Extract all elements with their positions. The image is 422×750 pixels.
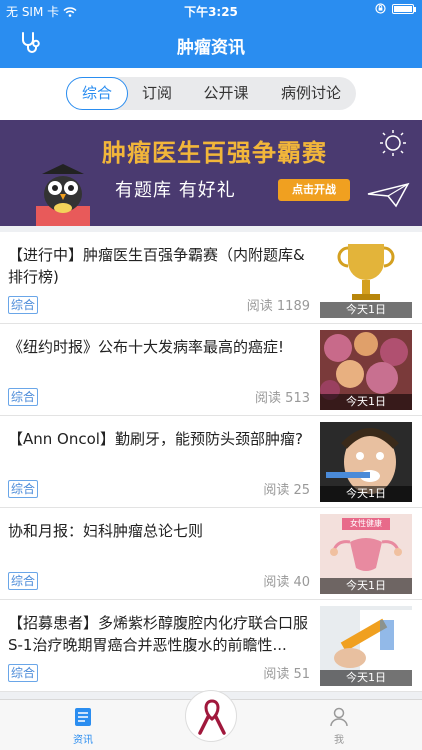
read-count: 阅读 1189 — [246, 299, 310, 314]
article-title: 【招募患者】多烯紫杉醇腹腔内化疗联合口服S-1治疗晚期胃癌合并恶性腹水的前瞻性.… — [8, 614, 309, 654]
page-title: 肿瘤资讯 — [177, 38, 245, 58]
tab-case-discussion[interactable]: 病例讨论 — [266, 77, 356, 110]
date-badge: 今天1日 — [320, 486, 412, 502]
list-item[interactable]: 【Ann Oncol】勤刷牙，能预防头颈部肿瘤? 综合 阅读 25 今天1日 — [0, 416, 422, 508]
cells-thumbnail: 今天1日 — [320, 330, 412, 410]
tab-open-course[interactable]: 公开课 — [186, 77, 266, 110]
date-badge: 今天1日 — [320, 302, 412, 318]
tab-general[interactable]: 综合 — [66, 77, 128, 110]
read-count: 阅读 513 — [255, 391, 310, 406]
tab-news[interactable]: 资讯 — [53, 706, 113, 746]
article-title: 《纽约时报》公布十大发病率最高的癌症! — [8, 338, 285, 356]
person-icon — [330, 707, 348, 727]
list-item[interactable]: 【招募患者】多烯紫杉醇腹腔内化疗联合口服S-1治疗晚期胃癌合并恶性腹水的前瞻性.… — [0, 600, 422, 692]
banner-subtitle: 有题库 有好礼 — [115, 180, 236, 201]
segmented-tabs: 综合 订阅 公开课 病例讨论 — [66, 77, 356, 110]
category-tag: 综合 — [8, 664, 39, 682]
tab-news-label: 资讯 — [73, 735, 93, 746]
lightbulb-icon — [380, 130, 406, 156]
tab-me[interactable]: 我 — [309, 706, 369, 746]
read-count: 阅读 51 — [263, 667, 310, 682]
womens-health-label: 女性健康 — [342, 518, 390, 530]
center-ribbon-button[interactable] — [185, 690, 237, 742]
banner-start-button[interactable]: 点击开战 — [278, 179, 350, 201]
tabs-container: 综合 订阅 公开课 病例讨论 — [0, 68, 422, 120]
list-item[interactable]: 协和月报：妇科肿瘤总论七则 综合 阅读 40 女性健康 今天1日 — [0, 508, 422, 600]
date-badge: 今天1日 — [320, 578, 412, 594]
news-document-icon — [75, 708, 91, 726]
article-title: 【Ann Oncol】勤刷牙，能预防头颈部肿瘤? — [8, 430, 303, 448]
date-badge: 今天1日 — [320, 394, 412, 410]
paper-plane-icon — [367, 182, 410, 208]
trophy-thumbnail: 今天1日 — [320, 238, 412, 318]
owl-mascot-icon — [36, 164, 90, 226]
status-time: 下午3:25 — [184, 5, 238, 19]
read-count: 阅读 25 — [263, 483, 310, 498]
orientation-lock-icon — [375, 3, 386, 14]
category-tag: 综合 — [8, 296, 39, 314]
banner-title: 肿瘤医生百强争霸赛 — [102, 139, 327, 167]
category-tag: 综合 — [8, 480, 39, 498]
article-title: 【进行中】肿瘤医生百强争霸赛（内附题库&排行榜) — [8, 246, 305, 286]
syringe-thumbnail: 今天1日 — [320, 606, 412, 686]
list-item[interactable]: 【进行中】肿瘤医生百强争霸赛（内附题库&排行榜) 综合 阅读 1189 今天1日 — [0, 232, 422, 324]
uterus-thumbnail: 女性健康 今天1日 — [320, 514, 412, 594]
read-count: 阅读 40 — [263, 575, 310, 590]
nav-bar: 肿瘤资讯 — [0, 20, 422, 68]
category-tag: 综合 — [8, 388, 39, 406]
tab-me-label: 我 — [334, 735, 344, 746]
awareness-ribbon-icon — [198, 699, 226, 735]
list-item[interactable]: 《纽约时报》公布十大发病率最高的癌症! 综合 阅读 513 今天1日 — [0, 324, 422, 416]
promo-banner[interactable]: 肿瘤医生百强争霸赛 有题库 有好礼 点击开战 — [0, 120, 422, 226]
toothbrush-thumbnail: 今天1日 — [320, 422, 412, 502]
status-right — [375, 3, 416, 14]
date-badge: 今天1日 — [320, 670, 412, 686]
battery-icon — [392, 3, 416, 14]
status-bar: 无 SIM 卡 下午3:25 — [0, 0, 422, 20]
tab-subscribe[interactable]: 订阅 — [128, 77, 186, 110]
category-tag: 综合 — [8, 572, 39, 590]
article-title: 协和月报：妇科肿瘤总论七则 — [8, 522, 204, 540]
